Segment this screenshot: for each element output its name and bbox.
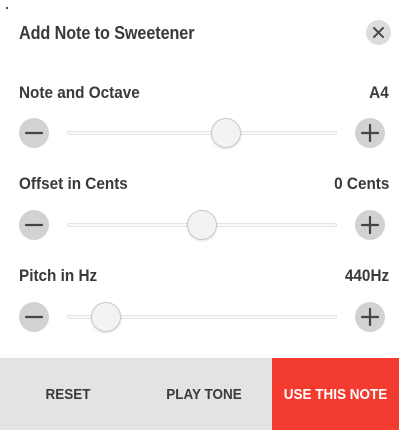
offset-cents-slider-thumb[interactable] [187, 210, 217, 240]
add-note-dialog: Add Note to Sweetener Note and Octave A4… [0, 0, 399, 430]
note-octave-value: A4 [369, 83, 389, 102]
note-octave-label: Note and Octave [19, 83, 140, 102]
offset-cents-increment-button[interactable] [355, 210, 385, 240]
pitch-hz-label: Pitch in Hz [19, 266, 98, 285]
pitch-hz-slider-thumb[interactable] [91, 302, 121, 332]
dialog-footer: RESET PLAY TONE USE THIS NOTE [0, 358, 399, 430]
corner-dot [6, 7, 8, 9]
note-octave-increment-button[interactable] [355, 118, 385, 148]
note-octave-slider-track[interactable] [67, 131, 337, 135]
plus-icon [360, 307, 380, 327]
pitch-hz-value: 440Hz [344, 266, 389, 285]
note-octave-decrement-button[interactable] [19, 118, 49, 148]
minus-icon [24, 315, 44, 319]
use-this-note-button-label: USE THIS NOTE [283, 385, 388, 403]
reset-button[interactable]: RESET [0, 358, 136, 430]
play-tone-button[interactable]: PLAY TONE [136, 358, 272, 430]
use-this-note-button[interactable]: USE THIS NOTE [272, 358, 399, 430]
close-icon [373, 27, 384, 38]
reset-button-label: RESET [45, 385, 91, 403]
offset-cents-value: 0 Cents [333, 174, 389, 193]
minus-icon [24, 131, 44, 135]
plus-icon [360, 123, 380, 143]
plus-icon [360, 215, 380, 235]
play-tone-button-label: PLAY TONE [166, 385, 242, 403]
pitch-hz-decrement-button[interactable] [19, 302, 49, 332]
offset-cents-label: Offset in Cents [19, 174, 128, 193]
dialog-title: Add Note to Sweetener [19, 23, 195, 43]
note-octave-slider-thumb[interactable] [211, 118, 241, 148]
close-button[interactable] [366, 20, 391, 45]
minus-icon [24, 223, 44, 227]
pitch-hz-increment-button[interactable] [355, 302, 385, 332]
offset-cents-decrement-button[interactable] [19, 210, 49, 240]
